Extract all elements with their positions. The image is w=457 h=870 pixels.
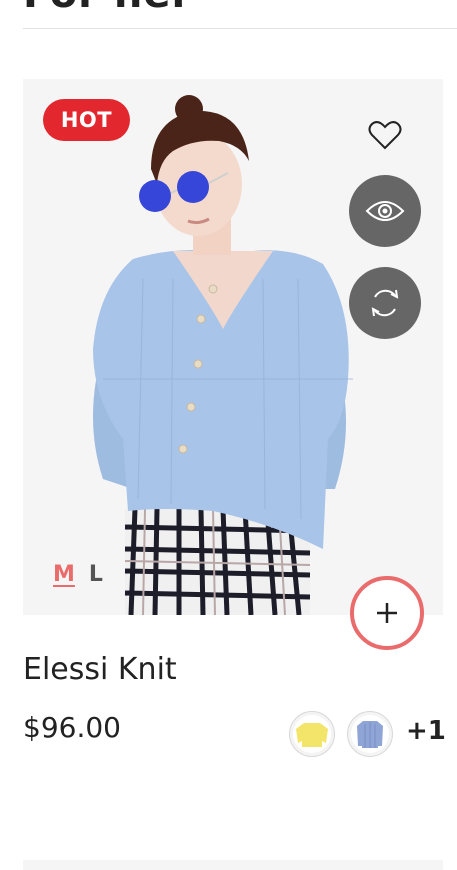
product-name[interactable]: Elessi Knit — [23, 652, 177, 687]
add-to-cart-button[interactable] — [350, 576, 424, 650]
heart-icon — [368, 121, 402, 150]
eye-icon — [365, 201, 405, 221]
hot-badge: HOT — [43, 99, 130, 141]
product-photo — [23, 79, 443, 615]
color-swatch-yellow[interactable] — [289, 711, 335, 757]
product-price: $96.00 — [23, 711, 121, 744]
size-option-l[interactable]: L — [89, 562, 103, 587]
wishlist-button[interactable] — [362, 112, 408, 158]
divider — [23, 28, 457, 29]
color-swatch-blue[interactable] — [347, 711, 393, 757]
next-product-card — [23, 860, 443, 870]
product-image[interactable] — [23, 79, 443, 615]
size-options: M L — [53, 562, 103, 587]
plus-icon — [377, 603, 397, 623]
section-title: For her — [23, 0, 192, 14]
blue-sweater-icon — [357, 721, 383, 748]
refresh-icon — [371, 289, 399, 317]
quickview-button[interactable] — [349, 175, 421, 247]
yellow-sweater-icon — [296, 723, 328, 747]
compare-button[interactable] — [349, 267, 421, 339]
more-colors-count[interactable]: +1 — [406, 716, 446, 746]
size-option-m[interactable]: M — [53, 562, 75, 587]
